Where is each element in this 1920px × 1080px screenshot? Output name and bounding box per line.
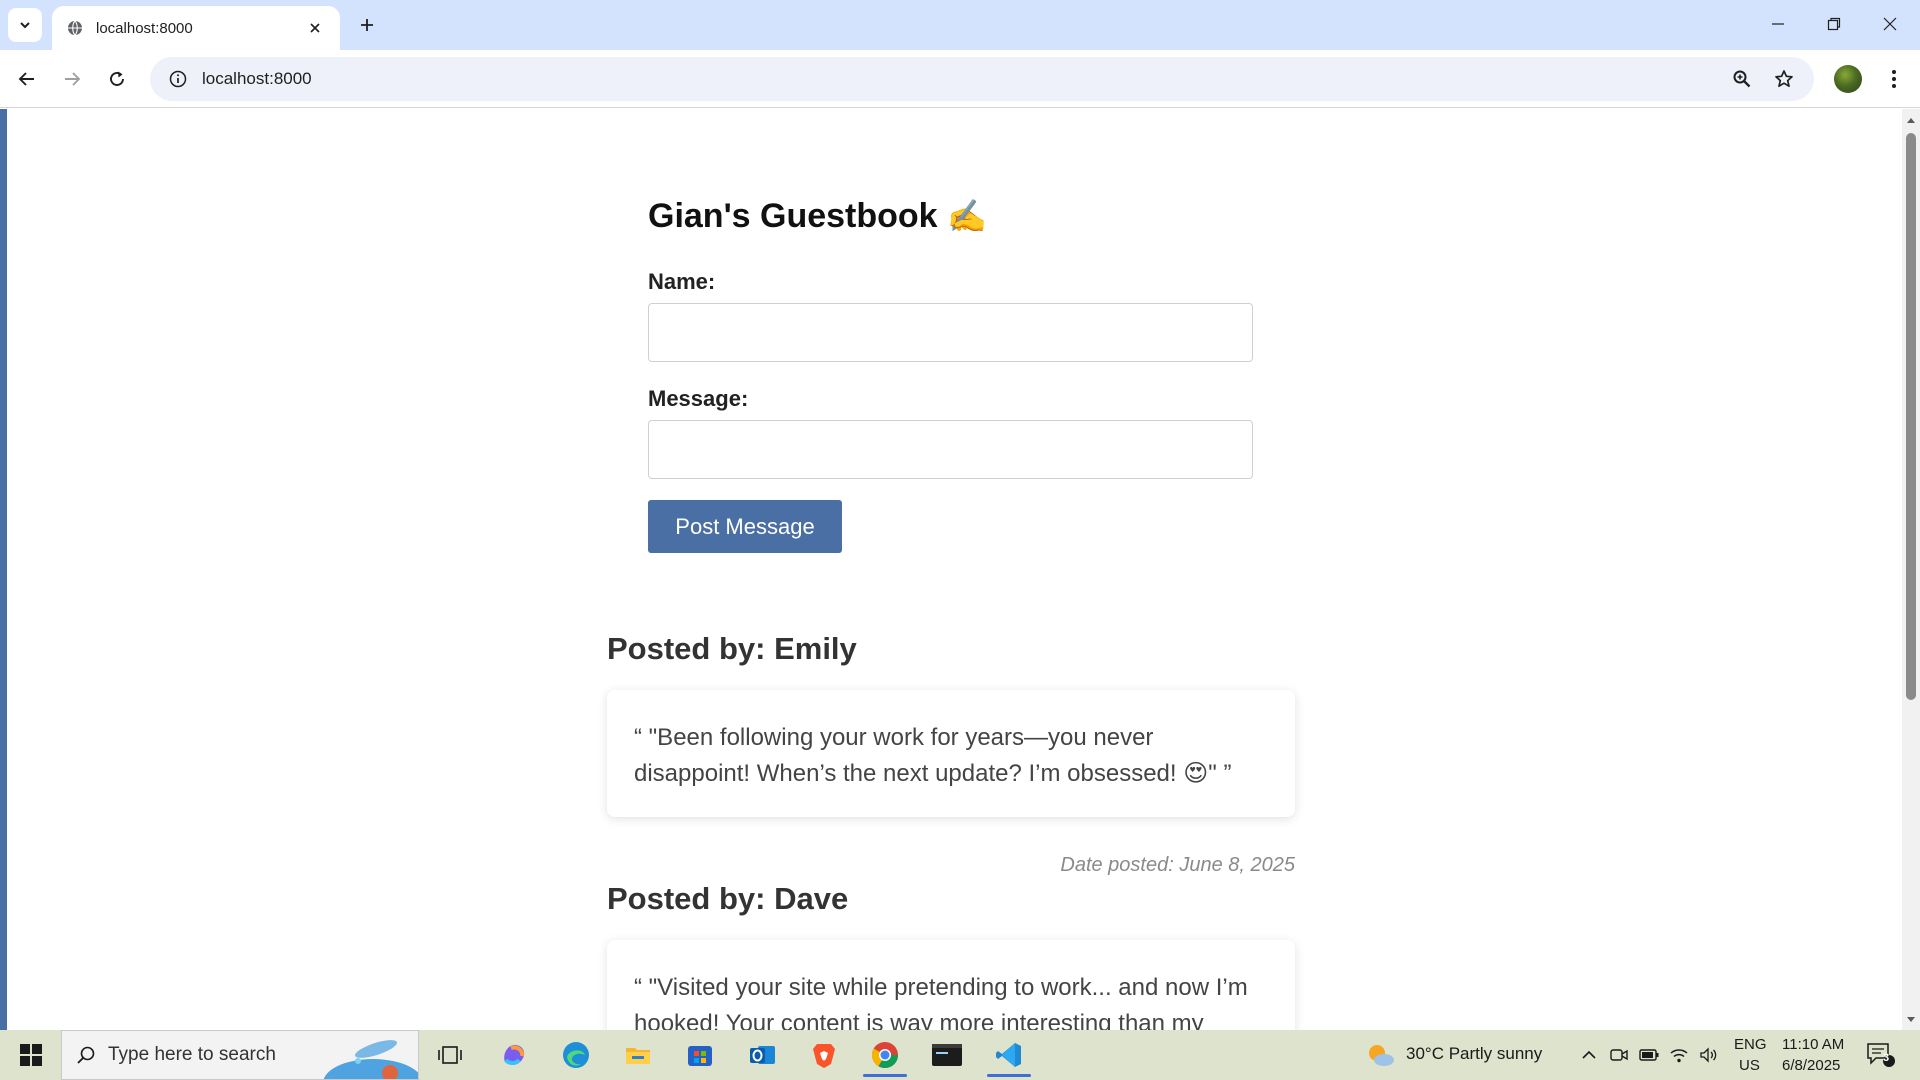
address-bar[interactable]: localhost:8000 [150,57,1814,101]
new-tab-button[interactable] [352,10,382,40]
edge-browser-icon [563,1042,589,1068]
minimize-icon [1772,23,1784,25]
site-info-icon[interactable] [156,57,200,101]
copilot-icon [504,1044,525,1065]
show-hidden-icons-chevron-icon[interactable] [1578,1044,1600,1066]
windows-taskbar: Type here to search 30°C Partly sunny EN… [0,1030,1920,1080]
post-message-text: “ "Been following your work for years—yo… [634,724,1232,787]
browser-toolbar: localhost:8000 [0,50,1920,108]
post-author: Posted by: Dave [607,881,849,916]
folder-icon [626,1048,650,1064]
scrollbar-thumb[interactable] [1906,133,1916,700]
search-icon [77,1046,95,1064]
search-placeholder: Type here to search [108,1044,276,1065]
browser-menu-button[interactable] [1876,61,1912,97]
taskbar-mysql-terminal[interactable] [921,1033,973,1077]
profile-avatar[interactable] [1834,65,1862,93]
close-icon [1883,17,1897,31]
post-date: Date posted: June 8, 2025 [1060,854,1295,876]
writing-hand-icon: ✍️ [947,198,987,234]
post-message-card: “ "Visited your site while pretending to… [607,940,1295,1030]
start-button[interactable] [10,1036,52,1074]
url-text: localhost:8000 [202,69,312,88]
battery-icon[interactable] [1638,1044,1660,1066]
scroll-up-arrow-icon[interactable] [1902,113,1920,127]
post-message-button[interactable]: Post Message [648,500,842,553]
page-left-accent-bar [0,109,7,1030]
browser-tab-strip: localhost:8000 [0,0,1920,50]
input-language[interactable]: ENG [1734,1036,1767,1053]
tab-search-dropdown-button[interactable] [8,8,42,42]
reload-button[interactable] [99,61,135,97]
taskbar-chrome[interactable] [859,1033,911,1077]
brave-browser-icon [813,1044,835,1068]
chrome-browser-icon [871,1042,899,1069]
search-highlight-illustration-icon [323,1040,418,1079]
store-icon [688,1046,712,1066]
name-label: Name: [648,269,716,294]
input-region[interactable]: US [1739,1057,1760,1074]
vscode-icon [996,1043,1021,1067]
taskbar-vscode[interactable] [983,1033,1035,1077]
wifi-icon[interactable] [1668,1044,1690,1066]
volume-icon[interactable] [1698,1044,1720,1066]
weather-icon[interactable] [1366,1044,1396,1066]
message-label: Message: [648,386,749,411]
weather-text[interactable]: 30°C Partly sunny [1406,1044,1542,1064]
page-title-text: Gian's Guestbook [648,197,938,235]
restore-icon [1827,17,1841,31]
taskbar-store[interactable] [674,1033,726,1077]
windows-logo-icon [20,1044,42,1066]
browser-tab[interactable]: localhost:8000 [52,6,340,50]
task-view-icon [438,1046,462,1064]
chevron-down-icon [20,22,30,29]
taskbar-search-box[interactable]: Type here to search [61,1030,419,1080]
meet-now-icon[interactable] [1608,1044,1630,1066]
restore-button[interactable] [1806,0,1862,48]
forward-button[interactable] [54,61,90,97]
post-message-text: “ "Visited your site while pretending to… [634,974,1248,1030]
reload-icon [110,71,124,86]
arrow-left-icon [18,72,34,86]
close-tab-icon[interactable] [304,17,326,39]
taskbar-edge[interactable] [550,1033,602,1077]
outlook-icon [750,1046,775,1064]
tab-title: localhost:8000 [96,19,193,37]
zoom-icon[interactable] [1724,61,1760,97]
scroll-down-arrow-icon[interactable] [1902,1012,1920,1026]
notification-center-icon[interactable] [1864,1040,1898,1070]
post-message-card: “ "Been following your work for years—yo… [607,690,1295,817]
back-button[interactable] [9,61,45,97]
page-scrollbar[interactable] [1902,109,1920,1030]
globe-icon [66,19,84,37]
close-window-button[interactable] [1862,0,1918,48]
more-vertical-icon [1892,70,1896,88]
page-title: Gian's Guestbook ✍️ [648,197,987,236]
minimize-button[interactable] [1750,0,1806,48]
taskbar-task-view[interactable] [424,1033,476,1077]
terminal-icon [932,1044,962,1066]
taskbar-outlook[interactable] [736,1033,788,1077]
bookmark-star-icon[interactable] [1766,61,1802,97]
arrow-right-icon [65,72,81,86]
taskbar-copilot[interactable] [488,1033,540,1077]
name-input[interactable] [648,303,1253,362]
message-input[interactable] [648,420,1253,479]
page-viewport: Gian's Guestbook ✍️ Name: Message: Post … [0,109,1920,1030]
clock-time[interactable]: 11:10 AM [1782,1036,1844,1053]
taskbar-brave[interactable] [798,1033,850,1077]
taskbar-file-explorer[interactable] [612,1033,664,1077]
plus-icon [361,19,373,31]
post-author: Posted by: Emily [607,631,857,666]
clock-date[interactable]: 6/8/2025 [1782,1057,1840,1074]
notification-count-badge: 3 [1883,1052,1890,1064]
